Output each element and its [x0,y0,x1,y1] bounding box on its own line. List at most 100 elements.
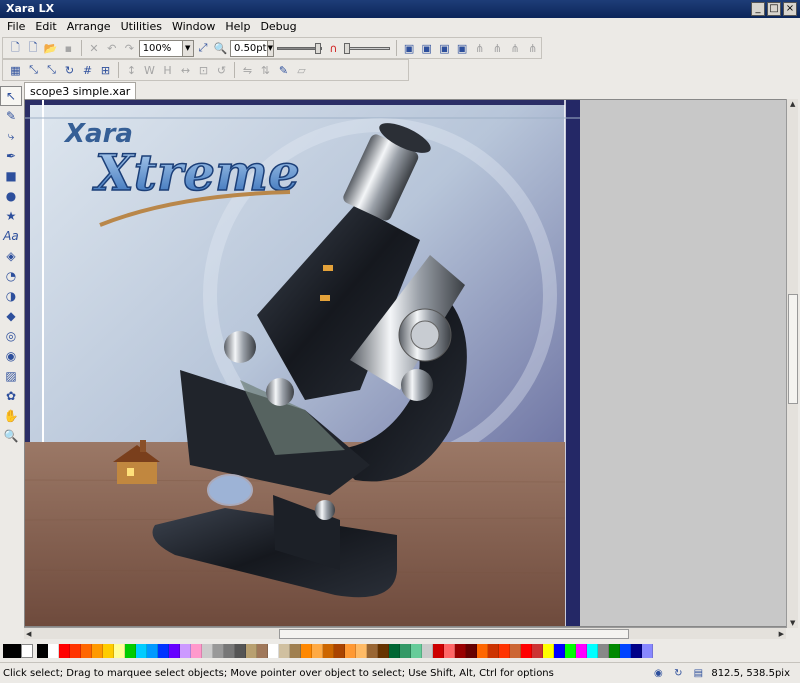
snap-icon[interactable]: ⊞ [97,62,114,79]
close-button[interactable]: × [783,2,797,16]
vertical-scrollbar[interactable]: ▲ ▼ [786,99,798,628]
palette-swatch[interactable] [301,644,312,658]
flip-horizontal-icon[interactable]: ⇋ [239,62,256,79]
palette-swatch[interactable] [191,644,202,658]
pen-icon[interactable]: ✎ [275,62,292,79]
document-page[interactable]: Xara Xtreme [25,100,580,626]
bring-to-front-icon[interactable]: ▣ [401,40,418,57]
palette-swatch[interactable] [609,644,620,658]
move-backward-icon[interactable]: ▣ [436,40,453,57]
palette-swatch[interactable] [466,644,477,658]
magnet-icon[interactable]: ∩ [325,40,342,57]
palette-swatch[interactable] [202,644,213,658]
zoom-tool-icon[interactable]: 🔍 [0,426,22,446]
move-forward-icon[interactable]: ▣ [418,40,435,57]
palette-swatch[interactable] [510,644,521,658]
blend-tool-icon[interactable]: ◑ [0,286,22,306]
palette-swatch[interactable] [257,644,268,658]
rotate-angle-icon[interactable]: ↺ [213,62,230,79]
palette-swatch[interactable] [312,644,323,658]
delete-icon[interactable]: ✕ [86,40,103,57]
snap-status-icon[interactable]: ◉ [651,666,665,680]
palette-swatch[interactable] [433,644,444,658]
palette-swatch[interactable] [400,644,411,658]
scroll-down-icon[interactable]: ▼ [790,619,795,627]
chevron-down-icon[interactable]: ▼ [181,40,193,56]
menu-utilities[interactable]: Utilities [116,18,167,36]
palette-swatch[interactable] [565,644,576,658]
palette-swatch[interactable] [499,644,510,658]
palette-swatch[interactable] [477,644,488,658]
palette-swatch[interactable] [158,644,169,658]
palette-swatch[interactable] [103,644,114,658]
palette-swatch[interactable] [543,644,554,658]
bezier-tool-icon[interactable]: ⤷ [0,126,22,146]
menu-edit[interactable]: Edit [30,18,61,36]
tab-document[interactable]: scope3 simple.xar [24,82,137,100]
open-icon[interactable]: 📂 [42,40,59,57]
new-template-icon[interactable]: 🗋 [25,40,42,57]
scale-x-icon[interactable]: ↔ [177,62,194,79]
palette-swatch[interactable] [334,644,345,658]
scroll-right-icon[interactable]: ▶ [779,630,784,638]
palette-swatch[interactable] [598,644,609,658]
bevel-tool-icon[interactable]: ◆ [0,306,22,326]
palette-swatch[interactable] [213,644,224,658]
push-tool-icon[interactable]: ✋ [0,406,22,426]
chevron-down-icon[interactable]: ▼ [266,40,274,56]
transparency-slider[interactable] [275,40,324,57]
palette-swatch[interactable] [444,644,455,658]
mould-tool-icon[interactable]: ▨ [0,366,22,386]
send-to-back-icon[interactable]: ▣ [454,40,471,57]
width-icon[interactable]: W [141,62,158,79]
group-icon[interactable]: ⋔ [471,40,488,57]
grid-icon[interactable]: # [79,62,96,79]
palette-swatch[interactable] [235,644,246,658]
transparency-tool-icon[interactable]: ◔ [0,266,22,286]
ungroup-icon[interactable]: ⋔ [489,40,506,57]
feather-slider[interactable] [343,40,392,57]
text-tool-icon[interactable]: Aa [0,226,22,246]
menu-debug[interactable]: Debug [255,18,301,36]
handles-icon[interactable]: ⤡ [25,62,42,79]
maximize-button[interactable]: □ [767,2,781,16]
break-icon[interactable]: ⋔ [524,40,541,57]
palette-swatch[interactable] [37,644,48,658]
height-icon[interactable]: H [159,62,176,79]
menu-file[interactable]: File [2,18,30,36]
palette-swatch[interactable] [169,644,180,658]
rectangle-tool-icon[interactable]: ■ [0,166,22,186]
ellipse-tool-icon[interactable]: ● [0,186,22,206]
lock-aspect-icon[interactable]: ⊡ [195,62,212,79]
palette-current-color[interactable] [3,644,21,658]
palette-swatch[interactable] [455,644,466,658]
palette-swatch[interactable] [378,644,389,658]
palette-swatch[interactable] [554,644,565,658]
save-icon[interactable]: ▪ [60,40,77,57]
contour-tool-icon[interactable]: ◎ [0,326,22,346]
palette-swatch[interactable] [323,644,334,658]
shadow-tool-icon[interactable]: ◉ [0,346,22,366]
palette-swatch[interactable] [356,644,367,658]
scale-icon[interactable]: ⤡ [43,62,60,79]
position-x-icon[interactable]: ↕ [123,62,140,79]
menu-help[interactable]: Help [220,18,255,36]
palette-swatch[interactable] [70,644,81,658]
palette-swatch[interactable] [488,644,499,658]
live-effects-tool-icon[interactable]: ✿ [0,386,22,406]
canvas-area[interactable]: Xara Xtreme [24,99,796,627]
scroll-up-icon[interactable]: ▲ [790,100,795,108]
freehand-tool-icon[interactable]: ✎ [0,106,22,126]
flip-vertical-icon[interactable]: ⇅ [257,62,274,79]
pen-tool-icon[interactable]: ✒ [0,146,22,166]
palette-swatch[interactable] [367,644,378,658]
palette-swatch[interactable] [521,644,532,658]
menu-arrange[interactable]: Arrange [62,18,116,36]
render-quality-icon[interactable]: ▤ [691,666,705,680]
palette-swatch[interactable] [345,644,356,658]
bounds-icon[interactable]: ▦ [7,62,24,79]
zoom-to-page-icon[interactable]: ⤢ [195,40,212,57]
palette-swatch[interactable] [631,644,642,658]
quickshape-tool-icon[interactable]: ★ [0,206,22,226]
scroll-left-icon[interactable]: ◀ [26,630,31,638]
